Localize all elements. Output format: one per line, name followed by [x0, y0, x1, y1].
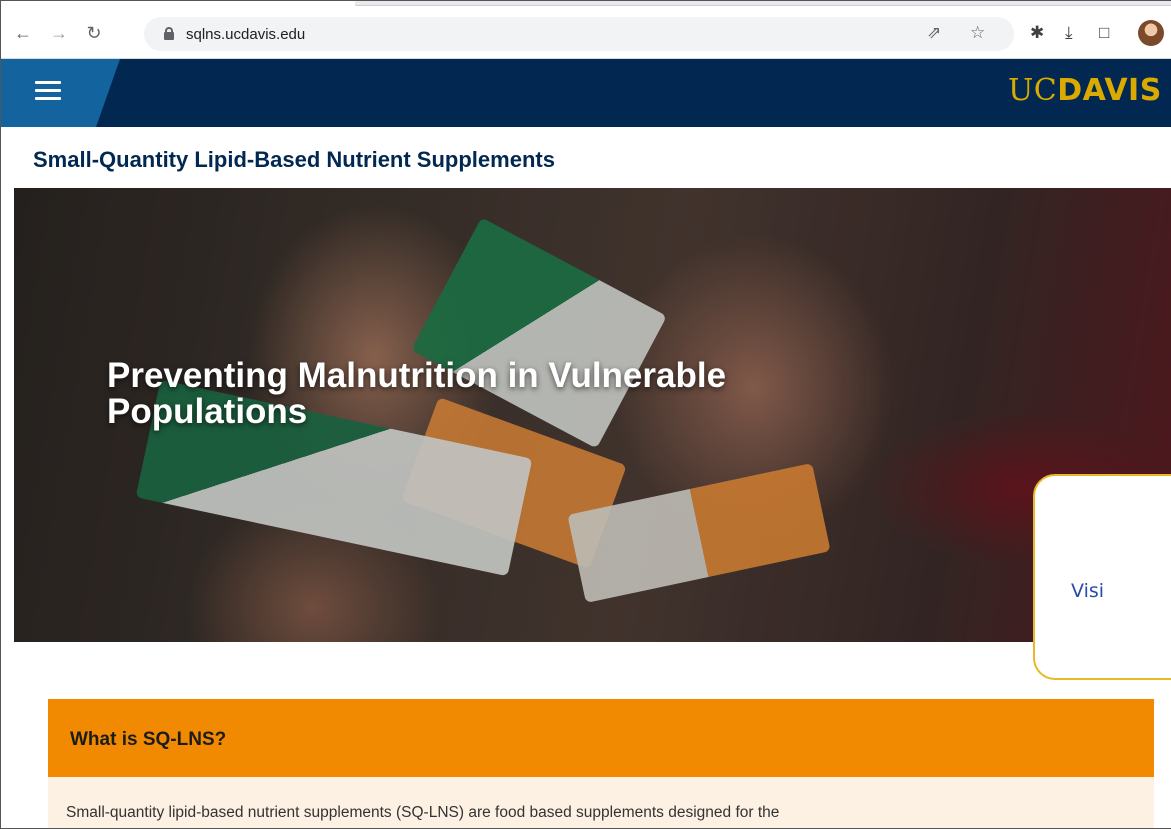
info-header: What is SQ-LNS? [48, 699, 1154, 777]
tab-strip [355, 0, 1171, 6]
sidepanel-icon[interactable]: □ [1099, 22, 1109, 44]
info-text: Small-quantity lipid-based nutrient supp… [66, 804, 780, 821]
share-icon[interactable]: ⇗ [927, 23, 941, 43]
site-title[interactable]: Small-Quantity Lipid-Based Nutrient Supp… [33, 147, 555, 173]
address-bar[interactable]: sqlns.ucdavis.edu ⇗ ☆ [144, 17, 1014, 51]
lock-icon[interactable] [164, 27, 174, 40]
back-icon[interactable]: ← [12, 22, 34, 44]
callout-box: Visi [1033, 474, 1171, 680]
site-header: UCDAVIS [0, 59, 1171, 127]
info-body: Small-quantity lipid-based nutrient supp… [48, 777, 1154, 829]
menu-icon[interactable] [35, 81, 61, 101]
info-heading: What is SQ-LNS? [70, 729, 227, 750]
callout-text: Visi [1071, 580, 1105, 602]
profile-avatar[interactable] [1138, 20, 1164, 46]
logo-uc: UC [1008, 73, 1058, 108]
hero-title: Preventing Malnutrition in Vulnerable Po… [107, 356, 727, 431]
forward-icon[interactable]: → [48, 22, 70, 44]
logo-davis: DAVIS [1057, 73, 1162, 108]
hero-banner: Preventing Malnutrition in Vulnerable Po… [14, 188, 1171, 642]
extensions-icon[interactable]: ✱ [1030, 22, 1044, 44]
reload-icon[interactable]: ↻ [83, 22, 105, 44]
ucdavis-logo[interactable]: UCDAVIS [1008, 73, 1162, 108]
url-text[interactable]: sqlns.ucdavis.edu [186, 26, 305, 43]
download-icon[interactable]: ⤓ [1065, 22, 1073, 44]
browser-toolbar: ← → ↻ sqlns.ucdavis.edu ⇗ ☆ ✱ ⤓ □ [0, 0, 1171, 59]
bookmark-star-icon[interactable]: ☆ [970, 23, 985, 43]
